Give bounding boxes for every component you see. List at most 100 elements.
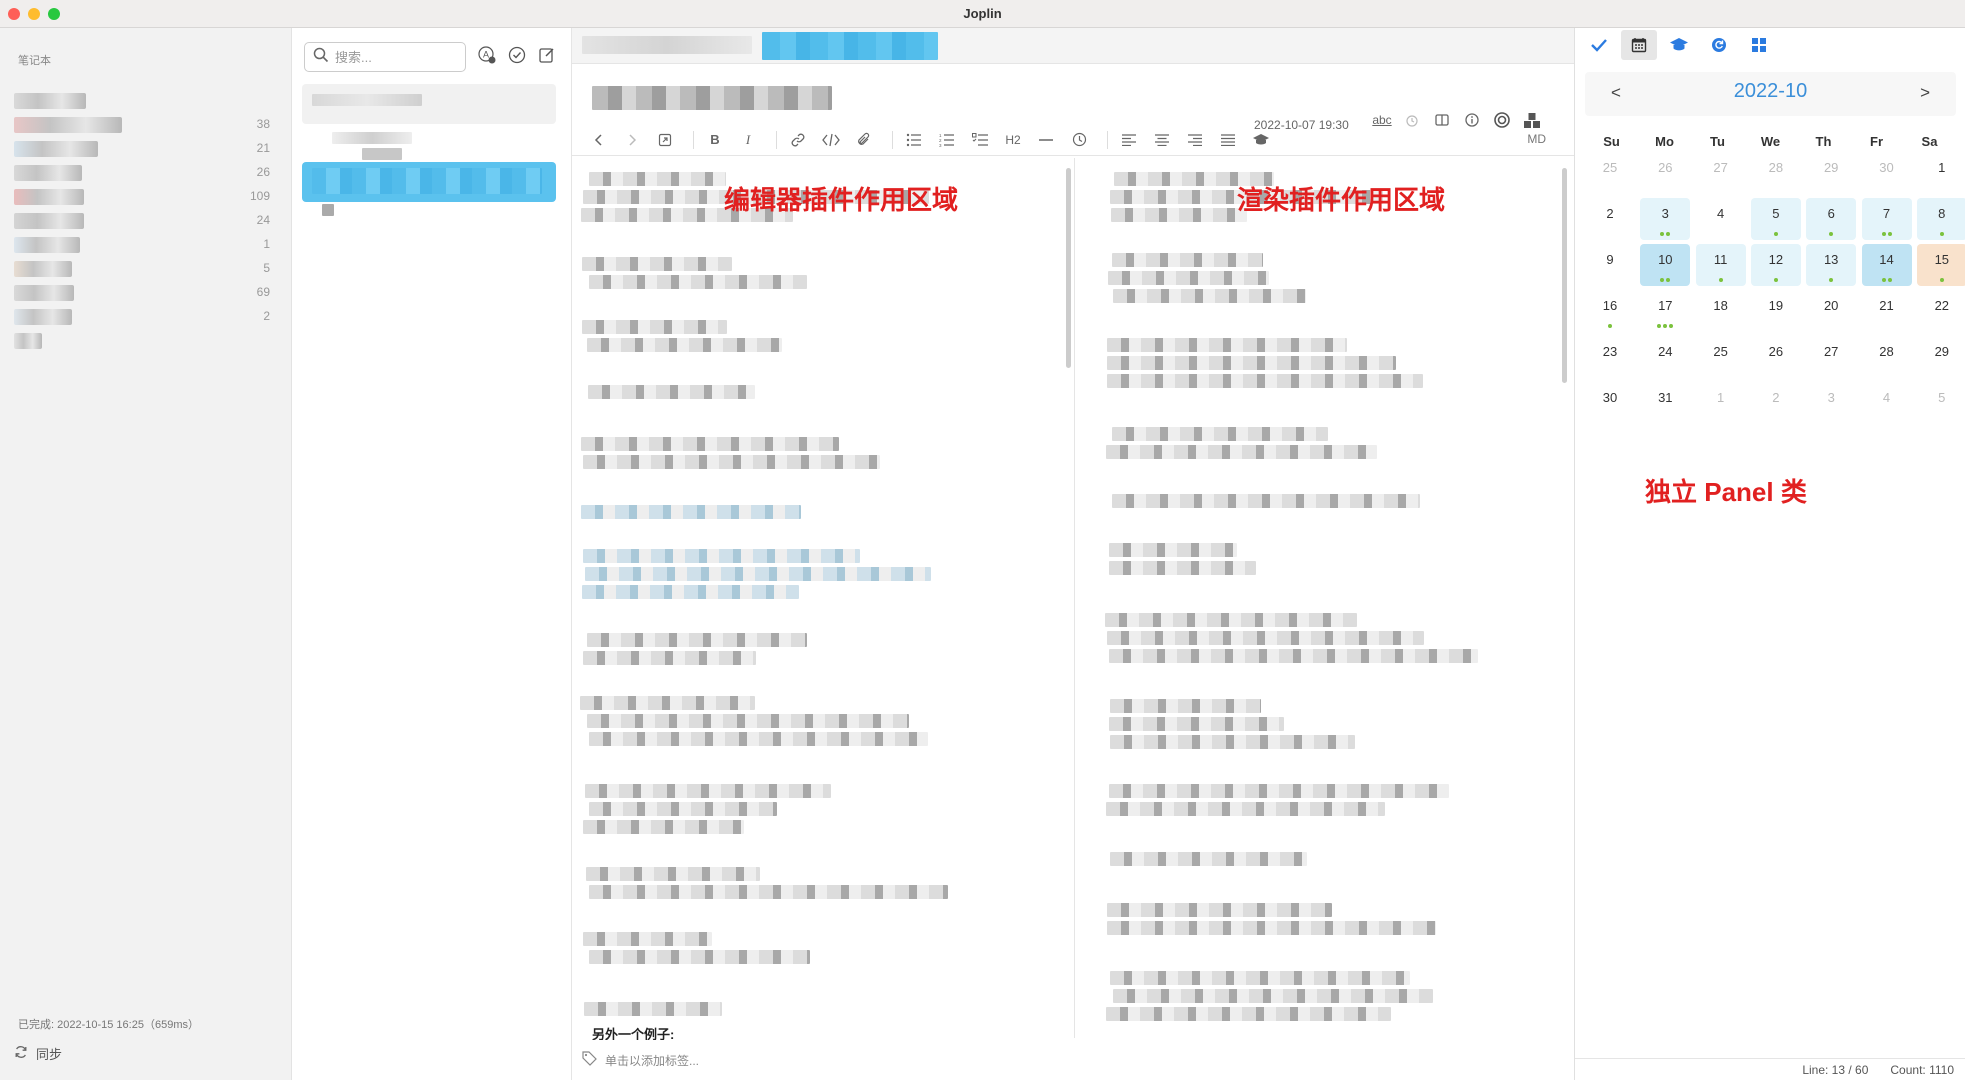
- align-left-button[interactable]: [1116, 127, 1142, 153]
- sidebar-notebook-item[interactable]: 69: [14, 282, 270, 304]
- calendar-day[interactable]: 1: [1696, 382, 1746, 424]
- heading-button[interactable]: H2: [1000, 127, 1026, 153]
- note-item-selected[interactable]: [302, 162, 556, 202]
- tag-bar[interactable]: 单击以添加标签...: [572, 1040, 1574, 1080]
- close-button[interactable]: [8, 8, 20, 20]
- sidebar-notebook-item[interactable]: 26: [14, 162, 270, 184]
- sidebar-notebook-item[interactable]: 21: [14, 138, 270, 160]
- sidebar-notebook-item[interactable]: 24: [14, 210, 270, 232]
- search-input[interactable]: [335, 49, 455, 65]
- sidebar-notebook-item[interactable]: 38: [14, 114, 270, 136]
- calendar-day[interactable]: 8: [1916, 198, 1965, 240]
- calendar-day[interactable]: 22: [1917, 290, 1965, 332]
- calendar-day[interactable]: 13: [1806, 244, 1857, 286]
- toggle-sort-button[interactable]: A: [476, 44, 498, 66]
- calendar-day[interactable]: 30: [1862, 152, 1912, 194]
- editor-scrollbar[interactable]: [1066, 168, 1071, 368]
- calendar-day[interactable]: 24: [1640, 336, 1690, 378]
- calendar-day[interactable]: 12: [1750, 244, 1801, 286]
- note-title-blur[interactable]: [592, 86, 832, 110]
- blurred-tab-active[interactable]: [762, 32, 938, 60]
- insert-time-button[interactable]: [1066, 127, 1092, 153]
- rendered-viewer-pane[interactable]: [1074, 158, 1574, 1038]
- back-button[interactable]: [586, 127, 612, 153]
- calendar-day[interactable]: 2: [1585, 198, 1635, 240]
- calendar-day[interactable]: 19: [1751, 290, 1801, 332]
- calendar-day[interactable]: 9: [1585, 244, 1635, 286]
- calendar-day[interactable]: 30: [1585, 382, 1635, 424]
- italic-button[interactable]: I: [735, 127, 761, 153]
- numbered-list-button[interactable]: 123: [934, 127, 960, 153]
- calendar-day[interactable]: 16: [1585, 290, 1635, 332]
- calendar-day[interactable]: 4: [1696, 198, 1746, 240]
- calendar-day[interactable]: 27: [1696, 152, 1746, 194]
- calendar-day[interactable]: 29: [1917, 336, 1965, 378]
- calendar-day[interactable]: 28: [1862, 336, 1912, 378]
- calendar-day[interactable]: 6: [1806, 198, 1857, 240]
- calendar-day[interactable]: 1: [1917, 152, 1965, 194]
- forward-button[interactable]: [619, 127, 645, 153]
- tab-cap[interactable]: [1661, 30, 1697, 60]
- calendar-day[interactable]: 25: [1696, 336, 1746, 378]
- note-item[interactable]: [302, 126, 556, 166]
- calendar-day[interactable]: 10: [1640, 244, 1691, 286]
- calendar-day[interactable]: 17: [1640, 290, 1690, 332]
- align-center-button[interactable]: [1149, 127, 1175, 153]
- calendar-day[interactable]: 20: [1806, 290, 1856, 332]
- calendar-day[interactable]: 5: [1917, 382, 1965, 424]
- calendar-day[interactable]: 3: [1640, 198, 1691, 240]
- calendar-day[interactable]: 21: [1862, 290, 1912, 332]
- align-right-button[interactable]: [1182, 127, 1208, 153]
- blurred-text-line: [588, 385, 755, 399]
- horizontal-rule-button[interactable]: [1033, 127, 1059, 153]
- calendar-day[interactable]: 26: [1640, 152, 1690, 194]
- plugin-panel: < 2022-10 > Su Mo Tu We Th Fr Sa 25 26 27 28 29 30 1…: [1574, 28, 1965, 1080]
- note-item[interactable]: [302, 84, 556, 124]
- bullet-list-button[interactable]: [901, 127, 927, 153]
- calendar-day[interactable]: 29: [1806, 152, 1856, 194]
- calendar-day[interactable]: 5: [1750, 198, 1801, 240]
- markdown-editor-pane[interactable]: [572, 158, 1072, 1038]
- sidebar-notebook-item[interactable]: 1: [14, 234, 270, 256]
- calendar-day[interactable]: 25: [1585, 152, 1635, 194]
- attach-button[interactable]: [851, 127, 877, 153]
- sidebar-notebook-item[interactable]: 5: [14, 258, 270, 280]
- checklist-button[interactable]: [967, 127, 993, 153]
- external-edit-button[interactable]: [652, 127, 678, 153]
- plugin-cap-button[interactable]: [1248, 127, 1274, 153]
- calendar-day[interactable]: 23: [1585, 336, 1635, 378]
- bold-button[interactable]: B: [702, 127, 728, 153]
- calendar-day[interactable]: 3: [1806, 382, 1856, 424]
- new-todo-button[interactable]: [506, 44, 528, 66]
- minimize-button[interactable]: [28, 8, 40, 20]
- calendar-day[interactable]: 4: [1862, 382, 1912, 424]
- sidebar-notebook-item[interactable]: [14, 90, 270, 112]
- link-button[interactable]: [785, 127, 811, 153]
- sidebar-notebook-item[interactable]: 2: [14, 306, 270, 328]
- next-month-button[interactable]: >: [1920, 83, 1930, 103]
- calendar-day[interactable]: 15: [1916, 244, 1965, 286]
- calendar-day[interactable]: 18: [1696, 290, 1746, 332]
- calendar-day[interactable]: 26: [1751, 336, 1801, 378]
- calendar-day[interactable]: 28: [1751, 152, 1801, 194]
- zoom-button[interactable]: [48, 8, 60, 20]
- calendar-day[interactable]: 7: [1861, 198, 1912, 240]
- code-button[interactable]: [818, 127, 844, 153]
- viewer-scrollbar[interactable]: [1562, 168, 1567, 383]
- tab-refresh[interactable]: [1701, 30, 1737, 60]
- search-box[interactable]: [304, 42, 466, 72]
- calendar-day[interactable]: 11: [1695, 244, 1746, 286]
- tab-grid[interactable]: [1741, 30, 1777, 60]
- sidebar-notebook-item[interactable]: [14, 330, 270, 352]
- editor-mode-toggle[interactable]: MD: [1527, 132, 1546, 146]
- sidebar-notebook-item[interactable]: 109: [14, 186, 270, 208]
- calendar-day[interactable]: 31: [1640, 382, 1690, 424]
- tab-check[interactable]: [1581, 30, 1617, 60]
- calendar-day[interactable]: 2: [1751, 382, 1801, 424]
- justify-button[interactable]: [1215, 127, 1241, 153]
- new-note-button[interactable]: [536, 44, 558, 66]
- sync-button[interactable]: 同步: [14, 1044, 62, 1063]
- calendar-day[interactable]: 27: [1806, 336, 1856, 378]
- tab-calendar[interactable]: [1621, 30, 1657, 60]
- calendar-day[interactable]: 14: [1861, 244, 1912, 286]
